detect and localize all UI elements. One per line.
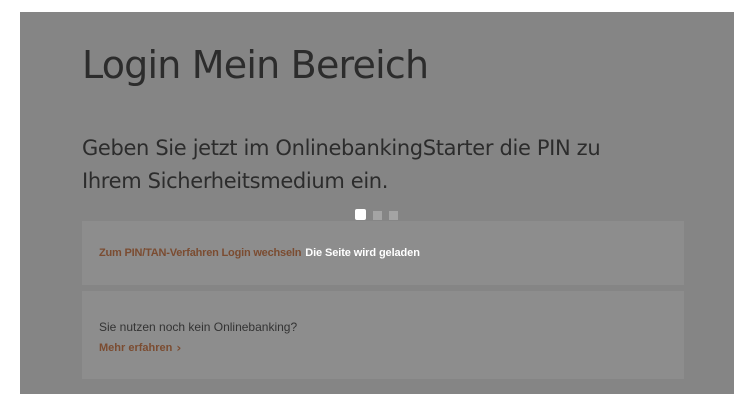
more-info-label: Mehr erfahren — [99, 342, 173, 354]
login-switch-card: Zum PIN/TAN-Verfahren Login wechseln Die… — [82, 221, 684, 285]
onlinebanking-info-text: Sie nutzen noch kein Onlinebanking? — [99, 320, 298, 334]
more-info-link[interactable]: Mehr erfahren › — [99, 342, 181, 354]
login-panel: Login Mein Bereich Geben Sie jetzt im On… — [20, 12, 734, 394]
page-title: Login Mein Bereich — [82, 43, 429, 87]
loading-dot — [373, 211, 382, 220]
loading-status-text: Die Seite wird geladen — [305, 247, 420, 259]
switch-login-link[interactable]: Zum PIN/TAN-Verfahren Login wechseln — [99, 247, 301, 259]
chevron-right-icon: › — [176, 341, 182, 355]
loading-dot-active — [355, 209, 366, 220]
instruction-text: Geben Sie jetzt im OnlinebankingStarter … — [82, 136, 601, 193]
onlinebanking-info-card: Sie nutzen noch kein Onlinebanking? Mehr… — [82, 291, 684, 379]
loading-dot — [389, 211, 398, 220]
login-switch-row: Zum PIN/TAN-Verfahren Login wechseln Die… — [99, 247, 420, 259]
page: Login Mein Bereich Geben Sie jetzt im On… — [0, 0, 734, 402]
loading-indicator — [355, 209, 398, 220]
